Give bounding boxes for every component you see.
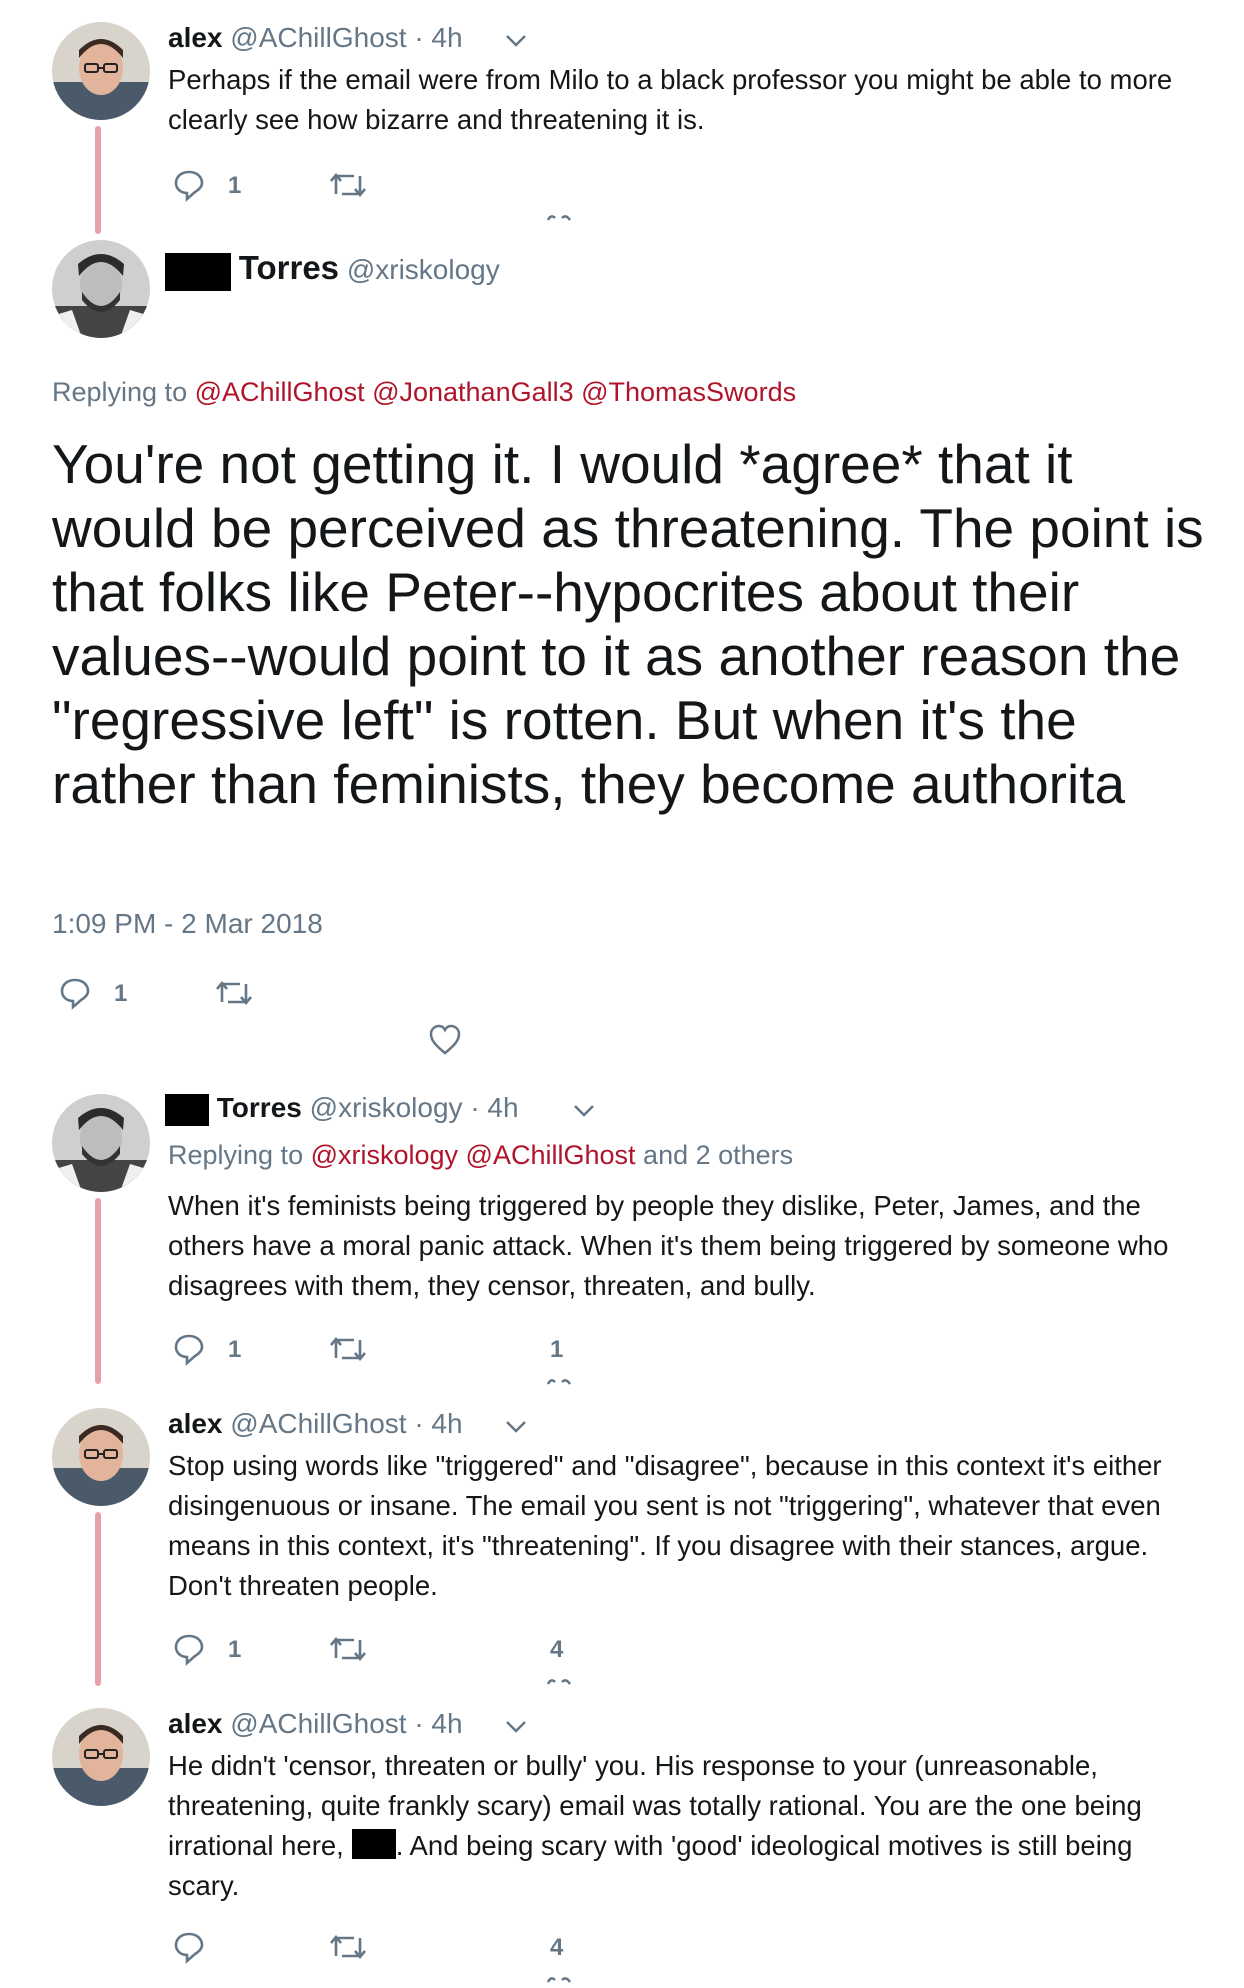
- reply-count: 1: [228, 1336, 242, 1363]
- retweet-icon[interactable]: [328, 1634, 368, 1664]
- tweet-header: alex @AChillGhost · 4h: [168, 1406, 463, 1442]
- user-handle[interactable]: @AChillGhost: [230, 1408, 406, 1439]
- like-count: 1: [550, 1336, 564, 1363]
- avatar[interactable]: [52, 1408, 150, 1506]
- reply-icon[interactable]: [172, 1930, 206, 1964]
- tweet-time[interactable]: · 4h: [414, 1708, 462, 1739]
- redacted-block: [165, 252, 231, 291]
- avatar[interactable]: [52, 1708, 150, 1806]
- tweet-header: Torres @xriskology: [165, 246, 500, 292]
- user-name[interactable]: alex: [168, 1408, 223, 1439]
- reply-icon[interactable]: [172, 168, 206, 202]
- tweet-time[interactable]: · 4h: [414, 1408, 462, 1439]
- retweet-icon[interactable]: [328, 1334, 368, 1364]
- like-count: 4: [550, 1934, 564, 1961]
- chevron-down-icon[interactable]: [573, 1104, 595, 1118]
- like-icon[interactable]: [544, 1376, 574, 1386]
- user-handle[interactable]: @xriskology: [347, 254, 500, 285]
- reply-count: 1: [228, 1636, 242, 1663]
- tweet-text: When it's feminists being triggered by p…: [168, 1190, 1169, 1301]
- tweet-time[interactable]: · 4h: [470, 1092, 518, 1123]
- reply-count: 1: [228, 172, 242, 199]
- retweet-icon[interactable]: [328, 170, 368, 200]
- user-name[interactable]: alex: [168, 1708, 223, 1739]
- replying-to-others[interactable]: and 2 others: [643, 1140, 793, 1170]
- user-handle[interactable]: @xriskology: [310, 1092, 463, 1123]
- thread-line: [95, 1512, 101, 1686]
- thread-line: [95, 1198, 101, 1384]
- chevron-down-icon[interactable]: [505, 1420, 527, 1434]
- thread-line: [95, 126, 101, 234]
- reply-icon[interactable]: [172, 1632, 206, 1666]
- user-handle[interactable]: @AChillGhost: [230, 1708, 406, 1739]
- reply-icon[interactable]: [58, 976, 92, 1010]
- replying-to: Replying to @xriskology @AChillGhost and…: [168, 1140, 793, 1171]
- user-name[interactable]: alex: [168, 22, 223, 53]
- user-name[interactable]: Torres: [239, 249, 339, 286]
- tweet-text: Stop using words like "triggered" and "d…: [168, 1450, 1162, 1601]
- reply-count: 1: [114, 980, 128, 1007]
- retweet-icon[interactable]: [214, 978, 254, 1008]
- tweet-text: He didn't 'censor, threaten or bully' yo…: [168, 1746, 1178, 1906]
- tweet-header: alex @AChillGhost · 4h: [168, 20, 463, 56]
- replying-to: Replying to @AChillGhost @JonathanGall3 …: [52, 377, 796, 408]
- reply-icon[interactable]: [172, 1332, 206, 1366]
- user-handle[interactable]: @AChillGhost: [230, 22, 406, 53]
- tweet-timestamp[interactable]: 1:09 PM - 2 Mar 2018: [52, 908, 323, 940]
- avatar[interactable]: [52, 22, 150, 120]
- tweet-time[interactable]: · 4h: [414, 22, 462, 53]
- user-name[interactable]: Torres: [217, 1092, 302, 1123]
- redacted-block: [165, 1093, 209, 1126]
- like-icon[interactable]: [544, 1676, 574, 1686]
- redacted-block: [351, 1829, 396, 1859]
- main-tweet-text: You're not getting it. I would *agree* t…: [52, 433, 1204, 815]
- tweet-header: Torres @xriskology · 4h: [165, 1090, 519, 1126]
- retweet-icon[interactable]: [328, 1932, 368, 1962]
- replying-to-label: Replying to: [168, 1140, 304, 1170]
- tweet-text: Perhaps if the email were from Milo to a…: [168, 64, 1173, 135]
- like-icon[interactable]: [544, 1974, 574, 1984]
- tweet-header: alex @AChillGhost · 4h: [168, 1706, 463, 1742]
- chevron-down-icon[interactable]: [505, 34, 527, 48]
- mentions[interactable]: @AChillGhost @JonathanGall3 @ThomasSword…: [195, 377, 796, 407]
- like-count: 4: [550, 1636, 564, 1663]
- mentions[interactable]: @xriskology @AChillGhost: [311, 1140, 636, 1170]
- replying-to-label: Replying to: [52, 377, 188, 407]
- like-icon[interactable]: [544, 212, 574, 222]
- avatar[interactable]: [52, 240, 150, 338]
- chevron-down-icon[interactable]: [505, 1720, 527, 1734]
- heart-icon[interactable]: [428, 1024, 462, 1056]
- avatar[interactable]: [52, 1094, 150, 1192]
